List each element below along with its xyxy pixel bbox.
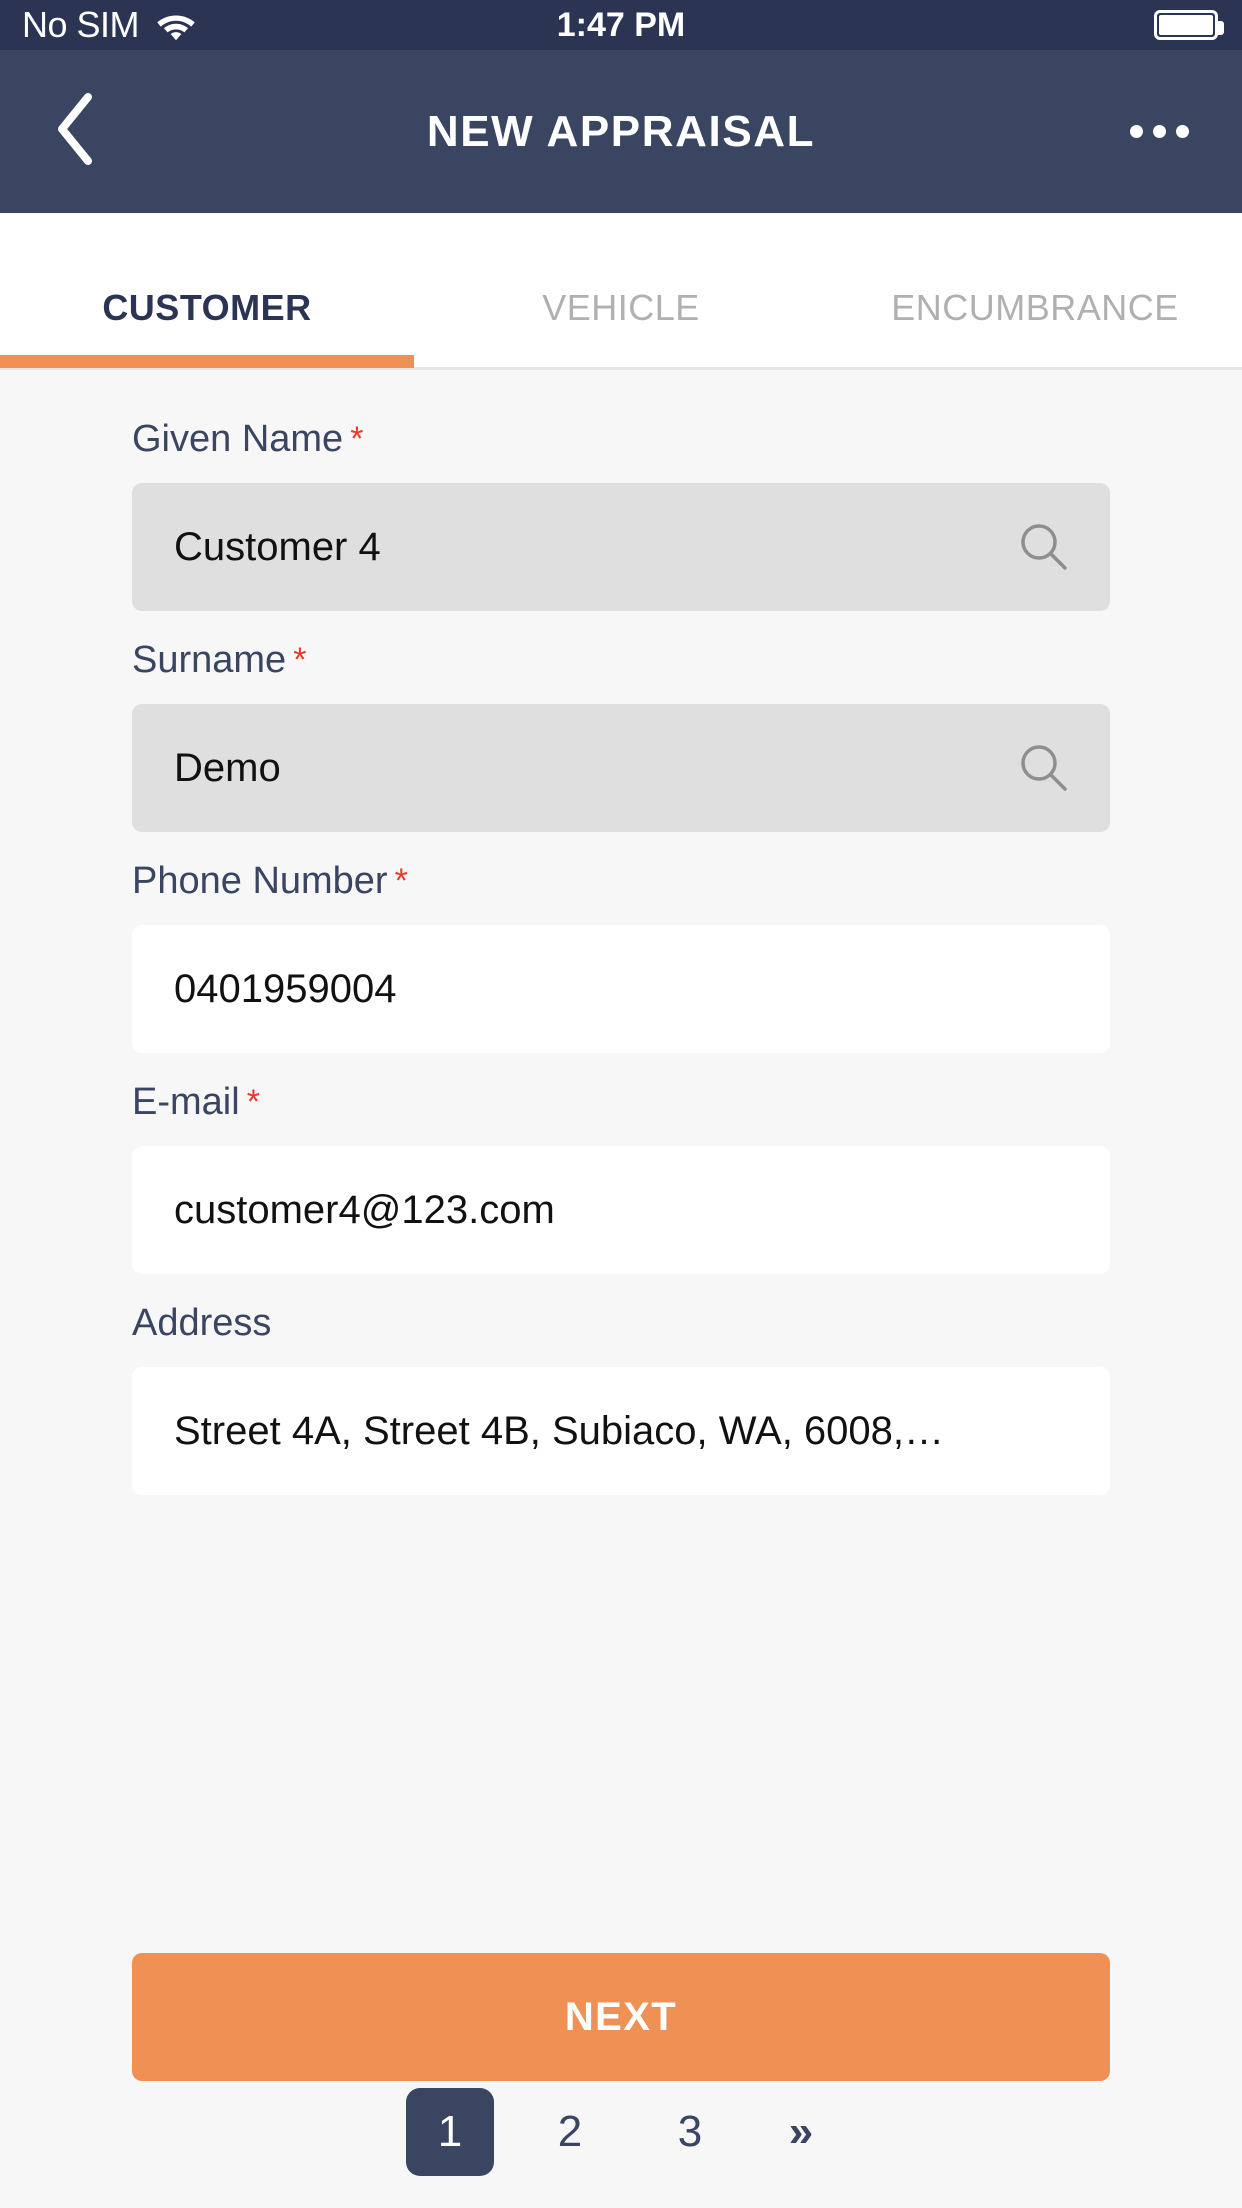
more-options-button[interactable] bbox=[1114, 97, 1204, 167]
ellipsis-icon bbox=[1125, 125, 1194, 138]
tab-bar: CUSTOMER VEHICLE ENCUMBRANCE bbox=[0, 213, 1242, 370]
required-marker: * bbox=[394, 862, 408, 900]
field-phone-number: Phone Number * 0401959004 bbox=[132, 860, 1110, 1053]
page-button-2[interactable]: 2 bbox=[526, 2088, 614, 2176]
field-address: Address Street 4A, Street 4B, Subiaco, W… bbox=[132, 1302, 1110, 1495]
surname-value: Demo bbox=[174, 745, 281, 790]
tab-encumbrance[interactable]: ENCUMBRANCE bbox=[828, 213, 1242, 367]
search-icon[interactable] bbox=[1016, 519, 1072, 575]
field-email: E-mail * customer4@123.com bbox=[132, 1081, 1110, 1274]
required-marker: * bbox=[246, 1083, 260, 1121]
app-screen: No SIM 1:47 PM NEW APPRAISAL CUSTOMER VE… bbox=[0, 0, 1242, 2208]
tab-customer[interactable]: CUSTOMER bbox=[0, 213, 414, 367]
nav-header: NEW APPRAISAL bbox=[0, 50, 1242, 213]
tab-active-indicator bbox=[0, 355, 414, 368]
given-name-value: Customer 4 bbox=[174, 524, 381, 569]
email-label: E-mail * bbox=[132, 1081, 260, 1123]
address-label: Address bbox=[132, 1302, 272, 1344]
search-icon[interactable] bbox=[1016, 740, 1072, 796]
surname-label: Surname * bbox=[132, 639, 307, 681]
status-bar-right bbox=[1154, 0, 1224, 50]
given-name-input[interactable]: Customer 4 bbox=[132, 483, 1110, 611]
required-marker: * bbox=[293, 641, 307, 679]
address-value: Street 4A, Street 4B, Subiaco, WA, 6008,… bbox=[174, 1408, 945, 1453]
page-button-1[interactable]: 1 bbox=[406, 2088, 494, 2176]
page-button-3[interactable]: 3 bbox=[646, 2088, 734, 2176]
form-content: Given Name * Customer 4 Surname * Demo P… bbox=[0, 370, 1242, 2208]
field-given-name: Given Name * Customer 4 bbox=[132, 418, 1110, 611]
required-marker: * bbox=[350, 420, 364, 458]
email-value: customer4@123.com bbox=[174, 1187, 555, 1232]
battery-full-icon bbox=[1154, 10, 1224, 40]
double-chevron-right-icon[interactable]: » bbox=[766, 2088, 836, 2176]
page-title: NEW APPRAISAL bbox=[426, 106, 816, 156]
status-bar-time: 1:47 PM bbox=[556, 6, 686, 44]
email-input[interactable]: customer4@123.com bbox=[132, 1146, 1110, 1274]
given-name-label: Given Name * bbox=[132, 418, 364, 460]
next-button[interactable]: NEXT bbox=[132, 1953, 1110, 2081]
phone-number-value: 0401959004 bbox=[174, 966, 397, 1011]
address-input[interactable]: Street 4A, Street 4B, Subiaco, WA, 6008,… bbox=[132, 1367, 1110, 1495]
surname-input[interactable]: Demo bbox=[132, 704, 1110, 832]
status-bar: No SIM 1:47 PM bbox=[0, 0, 1242, 50]
tab-vehicle[interactable]: VEHICLE bbox=[414, 213, 828, 367]
pagination: 1 2 3 » bbox=[0, 2088, 1242, 2176]
phone-number-label: Phone Number * bbox=[132, 860, 408, 902]
phone-number-input[interactable]: 0401959004 bbox=[132, 925, 1110, 1053]
field-surname: Surname * Demo bbox=[132, 639, 1110, 832]
